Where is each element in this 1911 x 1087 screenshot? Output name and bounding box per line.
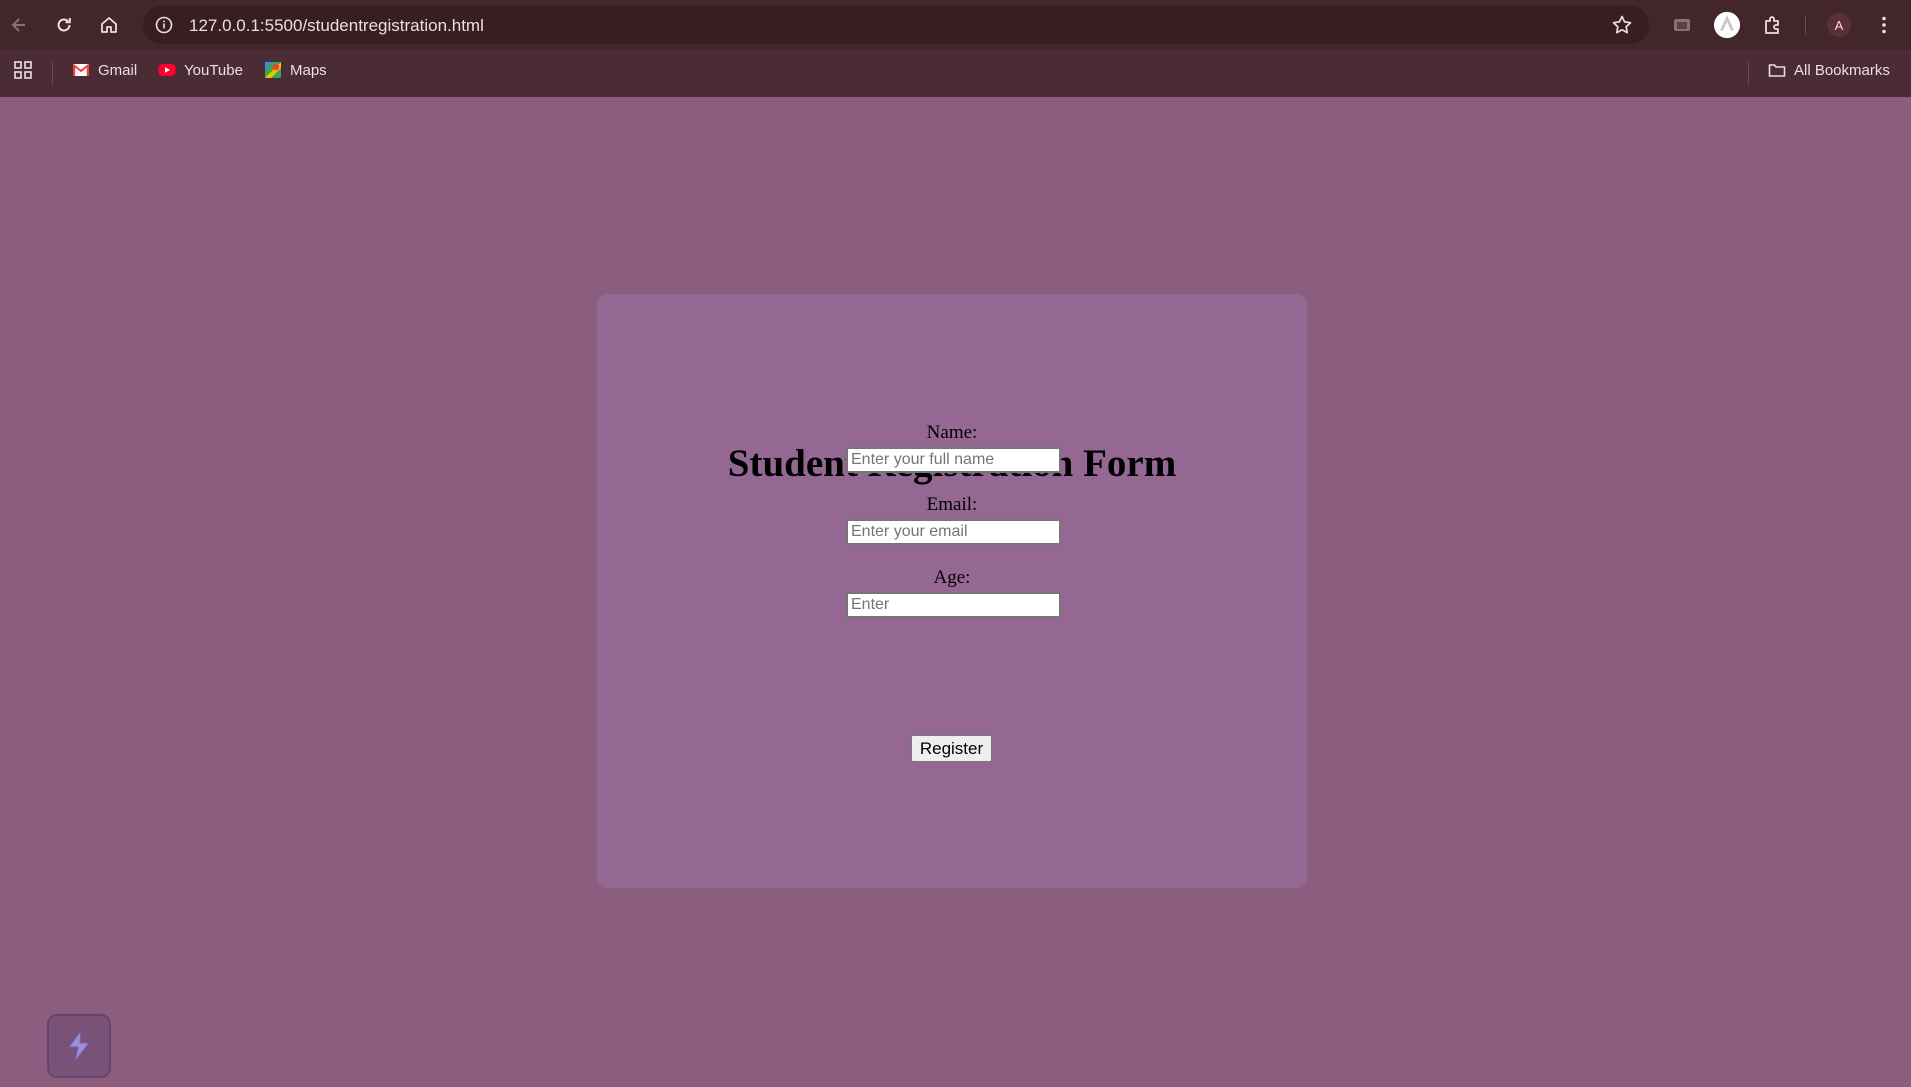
info-icon <box>155 16 173 34</box>
puzzle-icon <box>1765 16 1779 34</box>
browser-menu-button[interactable] <box>1870 11 1898 39</box>
home-icon <box>101 17 117 33</box>
email-input[interactable] <box>846 519 1061 545</box>
bookmark-maps[interactable]: Maps <box>264 61 327 79</box>
bookmark-gmail[interactable]: Gmail <box>72 61 137 79</box>
reload-icon <box>57 18 71 32</box>
tab-search-button[interactable] <box>1668 11 1696 39</box>
all-bookmarks-button[interactable]: All Bookmarks <box>1768 61 1890 79</box>
all-bookmarks-label: All Bookmarks <box>1794 61 1890 79</box>
home-button[interactable] <box>94 10 124 40</box>
back-arrow-icon <box>11 18 25 32</box>
age-input[interactable] <box>846 592 1061 618</box>
browser-toolbar: 127.0.0.1:5500/studentregistration.html … <box>0 0 1911 50</box>
reload-button[interactable] <box>49 10 79 40</box>
extension-avatar-button[interactable] <box>1713 11 1741 39</box>
floating-widget-button[interactable] <box>47 1014 111 1078</box>
gmail-icon <box>72 64 90 76</box>
address-bar[interactable]: 127.0.0.1:5500/studentregistration.html <box>143 6 1649 44</box>
site-info-button[interactable] <box>151 12 177 38</box>
kebab-menu-icon <box>1882 16 1886 34</box>
bookmark-youtube[interactable]: YouTube <box>158 61 243 79</box>
bookmark-star-icon[interactable] <box>1611 14 1633 36</box>
bookmark-label: Gmail <box>98 61 138 79</box>
apps-grid-icon <box>14 61 32 79</box>
tab-groups-icon <box>1674 19 1690 31</box>
extension-logo-icon <box>1713 11 1741 39</box>
profile-avatar: A <box>1827 13 1851 37</box>
bookmarks-divider <box>52 62 53 84</box>
register-button[interactable]: Register <box>911 735 992 762</box>
registration-card: Student Registration Form Name: Email: A… <box>597 294 1307 888</box>
browser-chrome: 127.0.0.1:5500/studentregistration.html … <box>0 0 1911 97</box>
back-button[interactable] <box>4 10 34 40</box>
youtube-icon <box>158 64 176 76</box>
bookmark-label: Maps <box>290 61 327 79</box>
extensions-button[interactable] <box>1759 11 1787 39</box>
lightning-logo-icon <box>68 1029 91 1062</box>
bookmarks-divider-right <box>1748 62 1749 84</box>
page-viewport: Student Registration Form Name: Email: A… <box>0 97 1911 1087</box>
email-label: Email: <box>926 494 978 515</box>
profile-button[interactable]: A <box>1825 11 1853 39</box>
toolbar-divider <box>1805 16 1806 34</box>
name-input[interactable] <box>846 447 1061 473</box>
maps-icon <box>265 62 281 78</box>
url-text[interactable]: 127.0.0.1:5500/studentregistration.html <box>189 16 484 36</box>
bookmarks-bar: Gmail YouTube Maps All Bookmarks <box>0 50 1911 97</box>
apps-button[interactable] <box>14 61 32 79</box>
age-label: Age: <box>933 567 971 588</box>
folder-icon <box>1768 64 1786 77</box>
bookmark-label: YouTube <box>184 61 243 79</box>
name-label: Name: <box>926 422 978 443</box>
